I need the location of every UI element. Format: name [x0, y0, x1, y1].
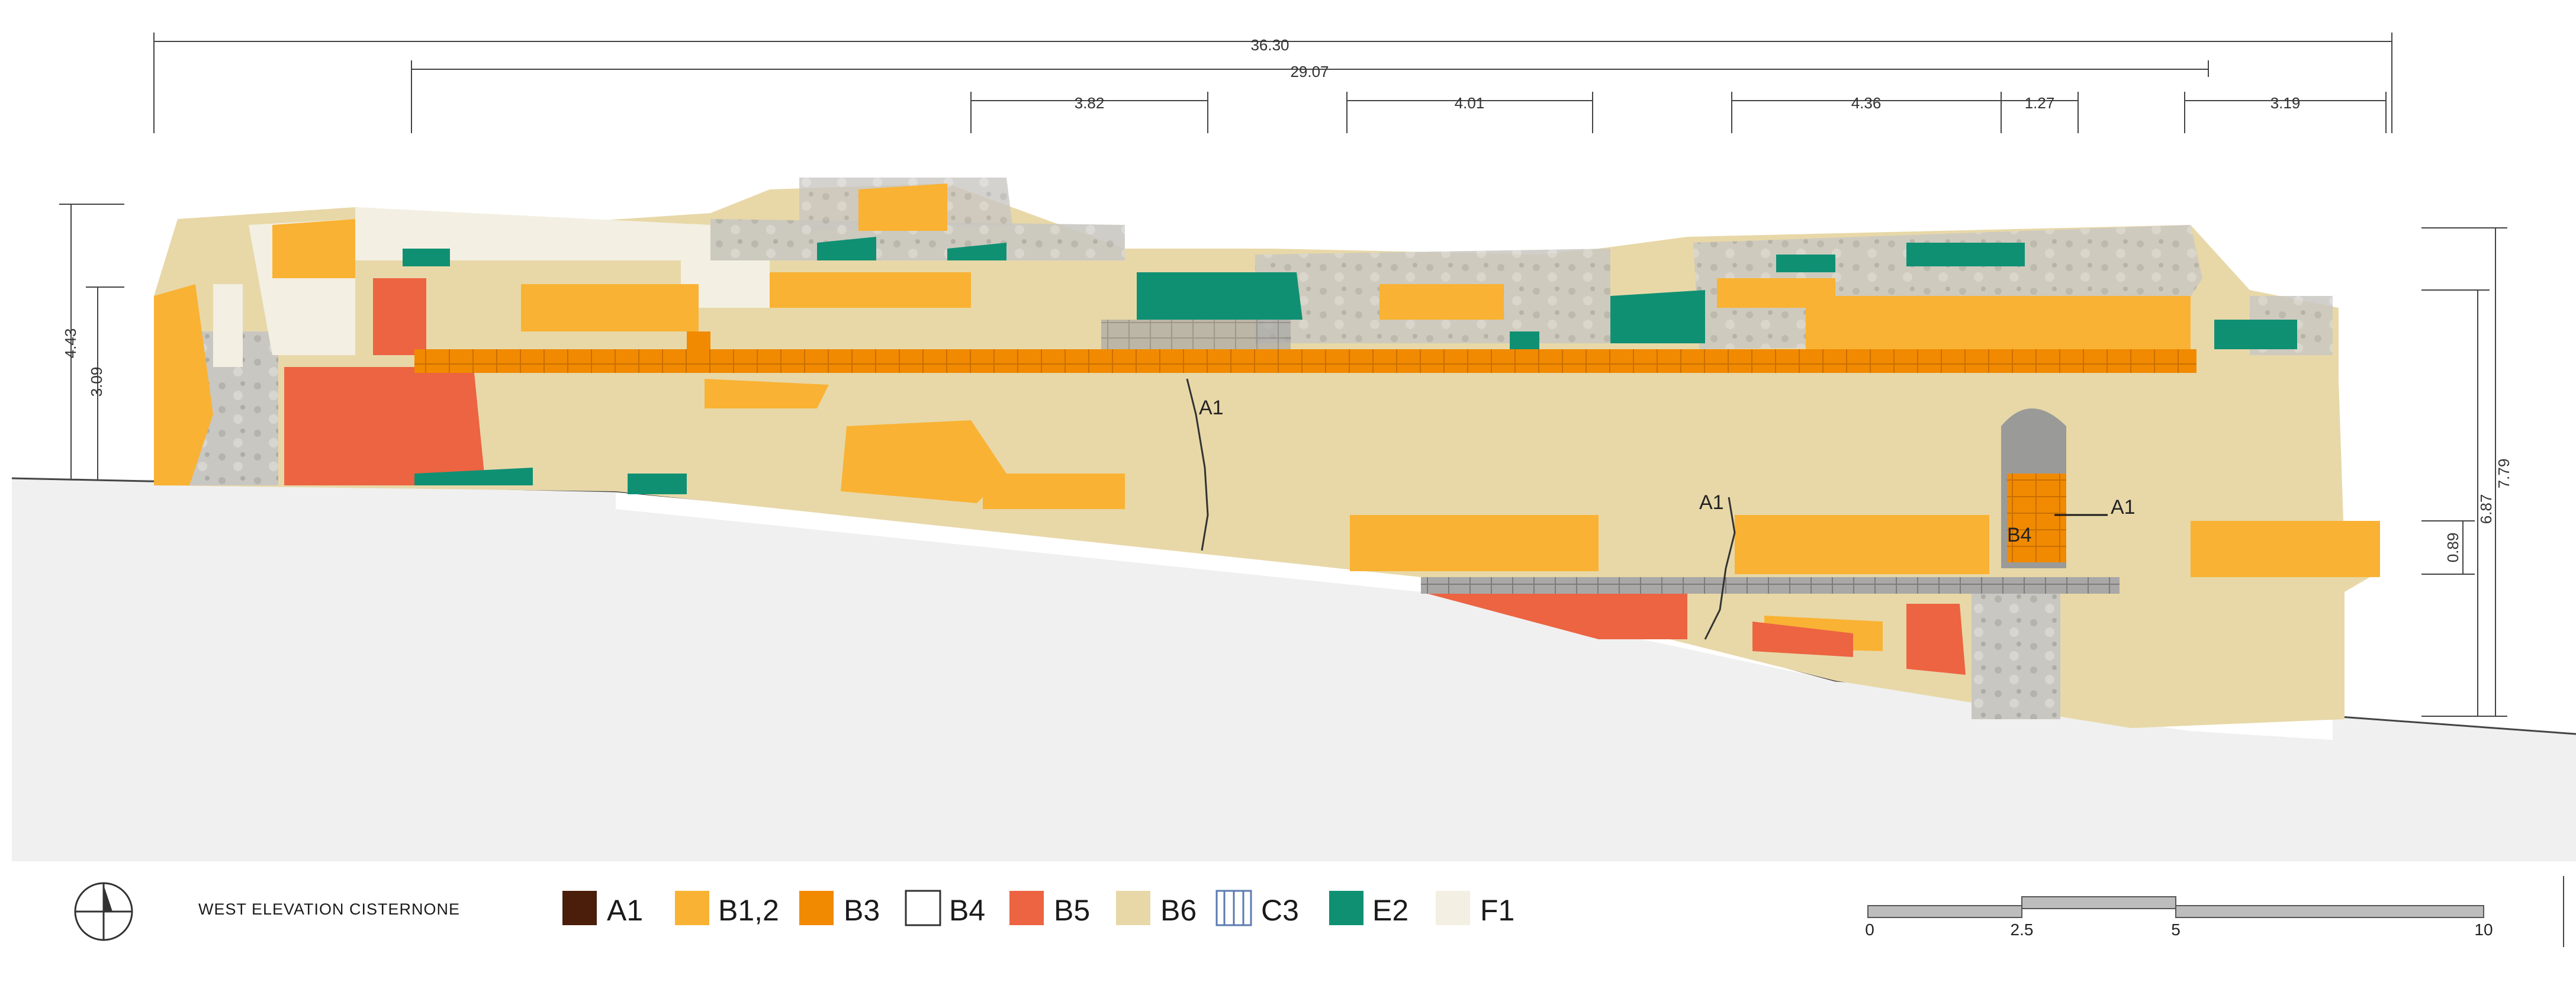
dimension-segment-4: 1.27 — [2025, 94, 2055, 112]
legend-item-a1: A1 — [562, 891, 643, 927]
west-elevation-drawing: A1 A1 A1 B4 36.30 29.07 3.82 4.01 4.36 1… — [11, 33, 2576, 947]
legend-label-b4: B4 — [949, 894, 985, 927]
scale-bar: 0 2.5 5 10 — [1865, 896, 2493, 939]
legend-swatch-b5 — [1009, 891, 1044, 925]
legend-item-b12: B1,2 — [675, 891, 779, 927]
scale-tick-10: 10 — [2474, 920, 2493, 939]
legend-label-b6: B6 — [1160, 894, 1197, 927]
legend-item-e2: E2 — [1329, 891, 1408, 927]
legend-label-e2: E2 — [1372, 894, 1408, 927]
dimension-segment-1: 3.82 — [1075, 94, 1105, 112]
legend: A1 B1,2 B3 B4 B5 B6 C3 E2 F1 — [562, 890, 1514, 927]
legend-item-b4: B4 — [905, 890, 985, 927]
legend-swatch-e2 — [1329, 891, 1363, 925]
legend-swatch-f1 — [1436, 891, 1470, 925]
scale-tick-0: 0 — [1865, 920, 1874, 939]
annotation-a1-niche: A1 — [2111, 496, 2136, 519]
dimension-right-height-2: 6.87 — [2477, 494, 2495, 524]
dimension-inner: 29.07 — [1290, 63, 1329, 81]
annotation-a1-crack-2: A1 — [1699, 491, 1724, 514]
scale-tick-2-5: 2.5 — [2011, 920, 2034, 939]
legend-item-f1: F1 — [1436, 891, 1514, 927]
legend-label-f1: F1 — [1480, 894, 1514, 927]
drawing-title: WEST ELEVATION CISTERNONE — [198, 900, 460, 918]
dimension-right-height-3: 0.89 — [2444, 533, 2462, 563]
dimension-right-height-1: 7.79 — [2495, 459, 2513, 489]
legend-item-b5: B5 — [1009, 891, 1090, 927]
legend-swatch-a1 — [562, 891, 597, 925]
top-dimension-values: 36.30 29.07 3.82 4.01 4.36 1.27 3.19 — [1075, 36, 2301, 112]
north-arrow-icon — [74, 882, 133, 941]
legend-label-b12: B1,2 — [718, 894, 779, 927]
legend-label-a1: A1 — [607, 894, 643, 927]
legend-swatch-b4 — [905, 890, 941, 926]
legend-swatch-b3 — [799, 891, 834, 925]
legend-item-c3: C3 — [1215, 890, 1299, 927]
annotation-b4-niche: B4 — [2007, 524, 2032, 546]
legend-item-b6: B6 — [1116, 891, 1197, 927]
dimension-segment-5: 3.19 — [2271, 94, 2301, 112]
legend-swatch-b6 — [1116, 891, 1150, 925]
legend-item-b3: B3 — [799, 891, 880, 927]
dimension-left-height-1: 4.43 — [62, 329, 79, 359]
dimension-left-height-2: 3.09 — [88, 367, 105, 397]
dimension-segment-3: 4.36 — [1851, 94, 1882, 112]
legend-label-b5: B5 — [1054, 894, 1090, 927]
legend-label-c3: C3 — [1261, 894, 1299, 927]
scale-tick-5: 5 — [2171, 920, 2181, 939]
annotation-a1-crack-1: A1 — [1199, 397, 1224, 419]
legend-label-b3: B3 — [844, 894, 880, 927]
dimension-overall: 36.30 — [1250, 36, 1289, 54]
legend-swatch-b12 — [675, 891, 709, 925]
legend-swatch-c3 — [1215, 890, 1252, 926]
dimension-segment-2: 4.01 — [1455, 94, 1485, 112]
